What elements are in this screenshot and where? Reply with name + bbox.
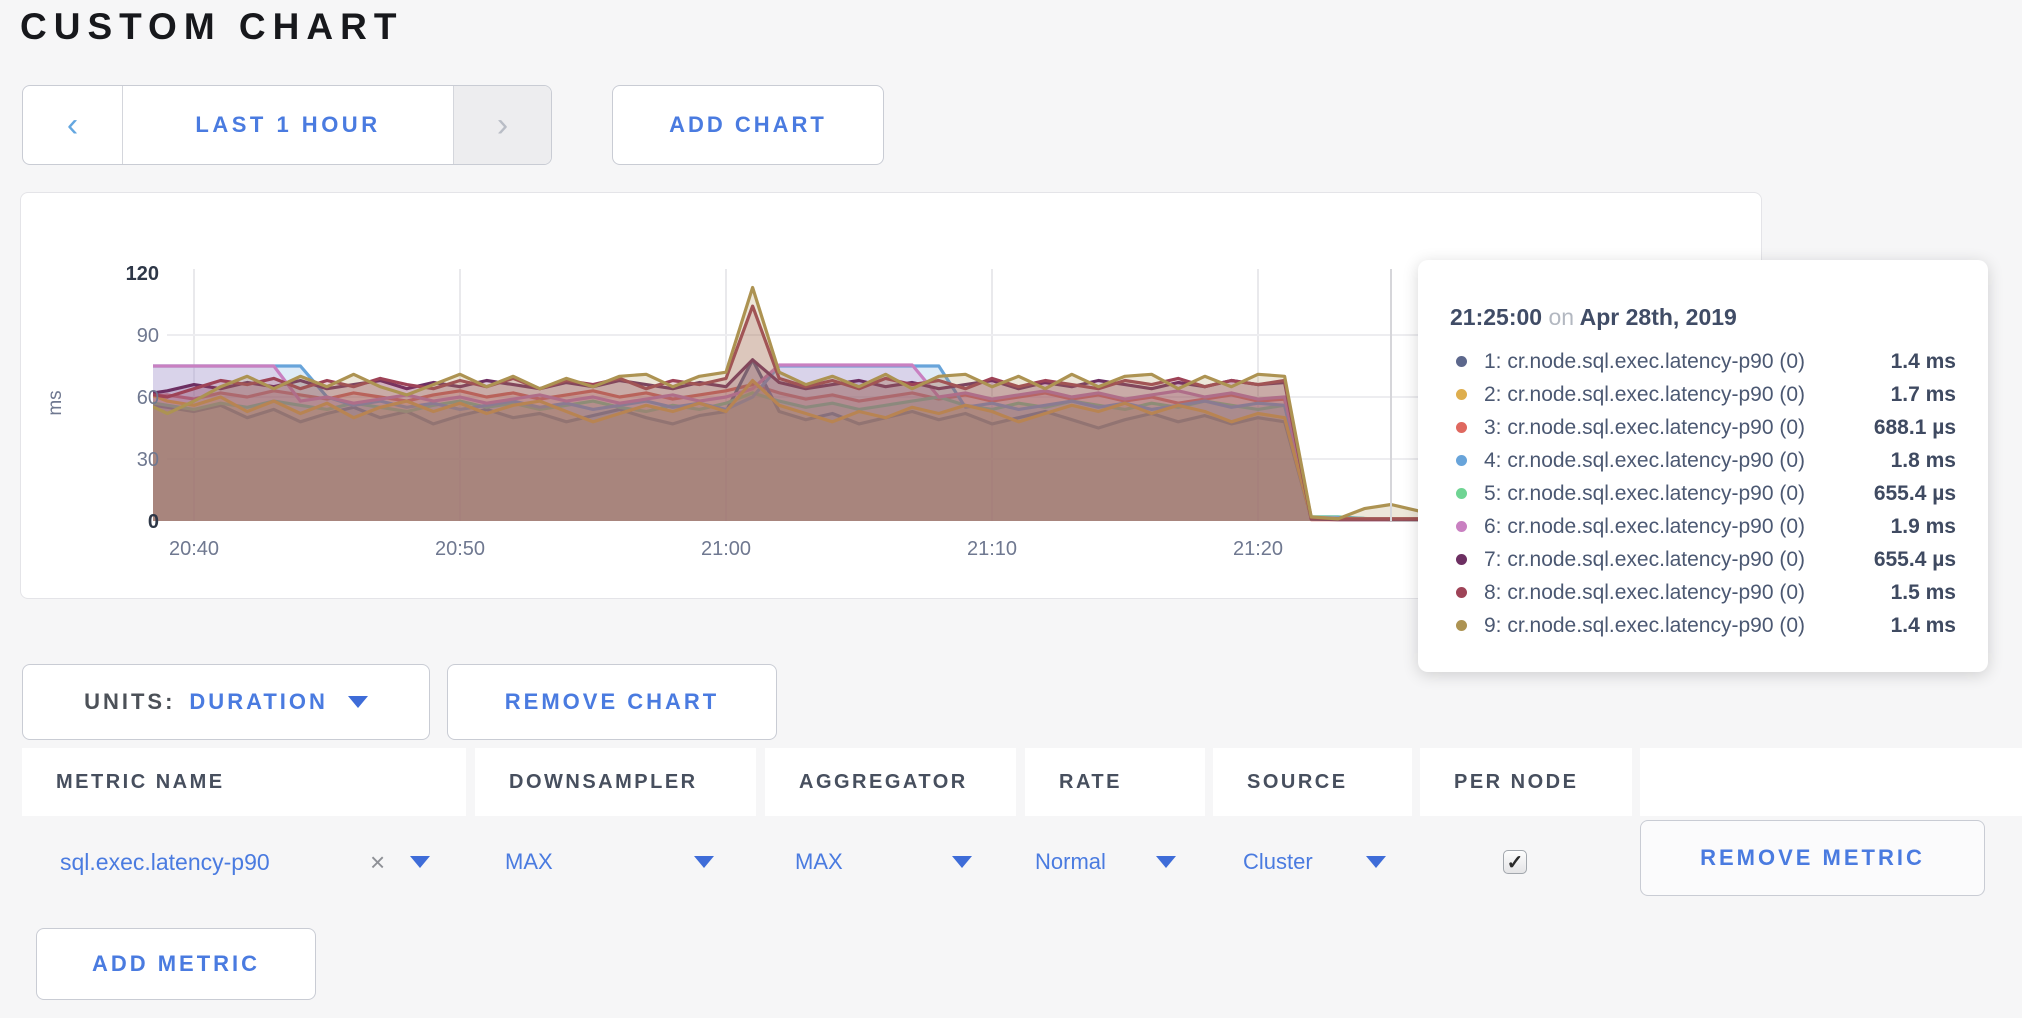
units-label: UNITS: bbox=[84, 689, 175, 715]
tooltip-series-value: 1.7 ms bbox=[1891, 383, 1956, 407]
tooltip-series-value: 1.4 ms bbox=[1891, 614, 1956, 638]
series-dot-icon bbox=[1456, 389, 1467, 400]
metric-dropdown-caret[interactable] bbox=[404, 816, 430, 908]
units-dropdown[interactable]: UNITS: DURATION bbox=[22, 664, 430, 740]
chevron-right-icon: › bbox=[497, 108, 508, 142]
svg-text:30: 30 bbox=[137, 449, 159, 471]
time-window-dropdown[interactable]: LAST 1 HOUR bbox=[123, 86, 453, 164]
downsampler-select[interactable]: MAX bbox=[505, 816, 553, 908]
tooltip-series-label: 7: cr.node.sql.exec.latency-p90 (0) bbox=[1484, 548, 1874, 572]
time-window-selector: ‹ LAST 1 HOUR › bbox=[22, 85, 552, 165]
y-axis-unit-label: ms bbox=[45, 390, 66, 415]
check-icon: ✓ bbox=[1507, 850, 1524, 875]
column-header-downsampler: DOWNSAMPLER bbox=[475, 748, 756, 816]
tooltip-row: 1: cr.node.sql.exec.latency-p90 (0)1.4 m… bbox=[1450, 345, 1956, 378]
tooltip-series-value: 688.1 µs bbox=[1874, 416, 1956, 440]
tooltip-series-value: 655.4 µs bbox=[1874, 482, 1956, 506]
add-chart-button[interactable]: ADD CHART bbox=[612, 85, 884, 165]
tooltip-row: 7: cr.node.sql.exec.latency-p90 (0)655.4… bbox=[1450, 543, 1956, 576]
tooltip-series-value: 1.9 ms bbox=[1891, 515, 1956, 539]
column-header-source: SOURCE bbox=[1213, 748, 1412, 816]
tooltip-time: 21:25:00 bbox=[1450, 304, 1542, 330]
svg-text:21:10: 21:10 bbox=[967, 538, 1017, 560]
chart-hover-tooltip: 21:25:00 on Apr 28th, 2019 1: cr.node.sq… bbox=[1418, 260, 1988, 672]
tooltip-row: 4: cr.node.sql.exec.latency-p90 (0)1.8 m… bbox=[1450, 444, 1956, 477]
source-caret[interactable] bbox=[1360, 816, 1386, 908]
time-window-next-button[interactable]: › bbox=[453, 86, 551, 164]
svg-text:21:20: 21:20 bbox=[1233, 538, 1283, 560]
column-header-per-node: PER NODE bbox=[1420, 748, 1632, 816]
tooltip-series-label: 5: cr.node.sql.exec.latency-p90 (0) bbox=[1484, 482, 1874, 506]
series-dot-icon bbox=[1456, 554, 1467, 565]
aggregator-select[interactable]: MAX bbox=[795, 816, 843, 908]
per-node-checkbox[interactable]: ✓ bbox=[1503, 850, 1527, 874]
tooltip-series-value: 1.8 ms bbox=[1891, 449, 1956, 473]
svg-text:20:40: 20:40 bbox=[169, 538, 219, 560]
series-dot-icon bbox=[1456, 620, 1467, 631]
tooltip-series-value: 655.4 µs bbox=[1874, 548, 1956, 572]
tooltip-row: 5: cr.node.sql.exec.latency-p90 (0)655.4… bbox=[1450, 477, 1956, 510]
tooltip-series-label: 4: cr.node.sql.exec.latency-p90 (0) bbox=[1484, 449, 1891, 473]
page-title: CUSTOM CHART bbox=[20, 6, 403, 48]
svg-text:21:00: 21:00 bbox=[701, 538, 751, 560]
svg-text:0: 0 bbox=[148, 511, 159, 533]
tooltip-row: 9: cr.node.sql.exec.latency-p90 (0)1.4 m… bbox=[1450, 609, 1956, 642]
tooltip-series-label: 8: cr.node.sql.exec.latency-p90 (0) bbox=[1484, 581, 1891, 605]
column-header-actions bbox=[1640, 748, 2022, 816]
column-header-rate: RATE bbox=[1025, 748, 1205, 816]
units-value: DURATION bbox=[189, 689, 327, 715]
tooltip-series-label: 9: cr.node.sql.exec.latency-p90 (0) bbox=[1484, 614, 1891, 638]
tooltip-series-label: 1: cr.node.sql.exec.latency-p90 (0) bbox=[1484, 350, 1891, 374]
downsampler-caret[interactable] bbox=[688, 816, 714, 908]
tooltip-timestamp: 21:25:00 on Apr 28th, 2019 bbox=[1450, 304, 1956, 331]
svg-text:20:50: 20:50 bbox=[435, 538, 485, 560]
rate-caret[interactable] bbox=[1150, 816, 1176, 908]
tooltip-row: 8: cr.node.sql.exec.latency-p90 (0)1.5 m… bbox=[1450, 576, 1956, 609]
column-header-aggregator: AGGREGATOR bbox=[765, 748, 1016, 816]
series-dot-icon bbox=[1456, 521, 1467, 532]
remove-chart-button[interactable]: REMOVE CHART bbox=[447, 664, 777, 740]
series-dot-icon bbox=[1456, 587, 1467, 598]
metric-name-link[interactable]: sql.exec.latency-p90 bbox=[60, 816, 270, 908]
tooltip-rows: 1: cr.node.sql.exec.latency-p90 (0)1.4 m… bbox=[1450, 345, 1956, 642]
series-dot-icon bbox=[1456, 356, 1467, 367]
tooltip-series-label: 2: cr.node.sql.exec.latency-p90 (0) bbox=[1484, 383, 1891, 407]
tooltip-row: 3: cr.node.sql.exec.latency-p90 (0)688.1… bbox=[1450, 411, 1956, 444]
tooltip-row: 6: cr.node.sql.exec.latency-p90 (0)1.9 m… bbox=[1450, 510, 1956, 543]
clear-metric-icon[interactable]: × bbox=[370, 816, 385, 908]
chevron-down-icon bbox=[348, 696, 368, 708]
add-metric-button[interactable]: ADD METRIC bbox=[36, 928, 316, 1000]
tooltip-series-value: 1.4 ms bbox=[1891, 350, 1956, 374]
svg-text:60: 60 bbox=[137, 387, 159, 409]
series-dot-icon bbox=[1456, 455, 1467, 466]
svg-text:90: 90 bbox=[137, 325, 159, 347]
tooltip-series-label: 3: cr.node.sql.exec.latency-p90 (0) bbox=[1484, 416, 1874, 440]
series-dot-icon bbox=[1456, 422, 1467, 433]
series-dot-icon bbox=[1456, 488, 1467, 499]
aggregator-caret[interactable] bbox=[946, 816, 972, 908]
remove-metric-button[interactable]: REMOVE METRIC bbox=[1640, 820, 1985, 896]
tooltip-row: 2: cr.node.sql.exec.latency-p90 (0)1.7 m… bbox=[1450, 378, 1956, 411]
custom-chart-page: CUSTOM CHART ‹ LAST 1 HOUR › ADD CHART 0… bbox=[0, 0, 2022, 1018]
column-header-metric-name: METRIC NAME bbox=[22, 748, 466, 816]
source-select[interactable]: Cluster bbox=[1243, 816, 1313, 908]
tooltip-series-label: 6: cr.node.sql.exec.latency-p90 (0) bbox=[1484, 515, 1891, 539]
time-window-prev-button[interactable]: ‹ bbox=[23, 86, 123, 164]
rate-select[interactable]: Normal bbox=[1035, 816, 1106, 908]
tooltip-series-value: 1.5 ms bbox=[1891, 581, 1956, 605]
chevron-left-icon: ‹ bbox=[67, 108, 78, 142]
metric-table-row: sql.exec.latency-p90 × MAX MAX Normal Cl… bbox=[0, 816, 2022, 908]
svg-text:120: 120 bbox=[126, 263, 159, 285]
